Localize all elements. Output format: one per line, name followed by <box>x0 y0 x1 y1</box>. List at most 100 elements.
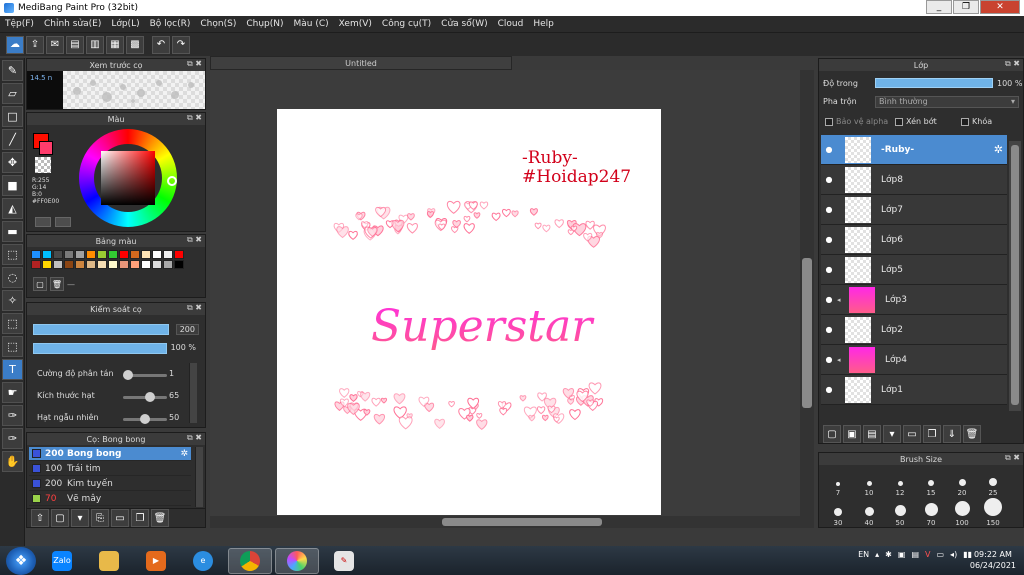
menu-edit[interactable]: Chỉnh sửa(E) <box>39 19 106 29</box>
select-pen-icon[interactable]: ⬚ <box>2 313 23 334</box>
menu-view[interactable]: Xem(V) <box>334 19 377 29</box>
new-brush-icon[interactable]: ▢ <box>51 509 69 527</box>
palette-swatch[interactable] <box>152 250 162 259</box>
layer-item[interactable]: ● ◂ Lớp3 <box>821 285 1007 315</box>
layer-item[interactable]: ● Lớp8 <box>821 165 1007 195</box>
slider-thumb[interactable] <box>123 370 133 380</box>
panel-controls-icon[interactable]: ⧉ ✖ <box>187 59 202 69</box>
palette-swatch[interactable] <box>86 250 96 259</box>
slider-thumb[interactable] <box>145 392 156 402</box>
brush-size-preset[interactable]: 70 <box>916 497 946 527</box>
new-palette-icon[interactable]: ▢ <box>33 277 47 291</box>
palette-swatch[interactable] <box>174 250 184 259</box>
fill-square-icon[interactable]: ■ <box>2 175 23 196</box>
brush-size-preset[interactable]: 20 <box>947 467 977 497</box>
palette-swatch[interactable] <box>42 250 52 259</box>
brush-list-item[interactable]: 100 Trái tim <box>29 462 191 476</box>
layer-list-scrollbar[interactable] <box>1009 141 1021 411</box>
palette-swatch[interactable] <box>141 250 151 259</box>
undo-icon[interactable]: ↶ <box>152 35 170 54</box>
color-wheel[interactable] <box>79 129 177 227</box>
select-rect-icon[interactable]: ⬚ <box>2 244 23 265</box>
background-color-swatch[interactable] <box>39 141 53 155</box>
color-mode-alt-button[interactable] <box>55 217 71 227</box>
palette-swatch[interactable] <box>130 260 140 269</box>
brush-list-item[interactable]: 70 Vẽ mây <box>29 492 191 506</box>
grid-icon[interactable]: ▩ <box>126 35 144 54</box>
material-icon[interactable]: ▦ <box>106 35 124 54</box>
visibility-icon[interactable]: ● <box>821 265 837 274</box>
dropper-tool-icon[interactable]: ✑ <box>2 405 23 426</box>
slider-track[interactable] <box>123 414 167 424</box>
panel-controls-icon[interactable]: ⧉ ✖ <box>1005 453 1020 463</box>
transparent-swatch[interactable] <box>35 157 51 173</box>
taskbar-app-files[interactable] <box>87 548 131 574</box>
blend-mode-select[interactable]: Bình thường ▾ <box>875 96 1019 108</box>
duplicate-layer-icon[interactable]: ❐ <box>923 425 941 443</box>
start-button[interactable]: ❖ <box>6 546 36 575</box>
hue-knob[interactable] <box>167 176 177 186</box>
language-indicator[interactable]: EN <box>858 550 869 559</box>
panel-controls-icon[interactable]: ⧉ ✖ <box>187 433 202 443</box>
maximize-button[interactable]: ❐ <box>953 0 979 14</box>
new-8bit-layer-icon[interactable]: ▤ <box>863 425 881 443</box>
layer-settings-icon[interactable]: ✲ <box>994 143 1003 156</box>
palette-swatch[interactable] <box>53 250 63 259</box>
brush-size-preset[interactable]: 10 <box>854 467 884 497</box>
canvas-horizontal-scrollbar[interactable] <box>210 516 814 528</box>
minimize-button[interactable]: _ <box>926 0 952 14</box>
taskbar-app-medibang[interactable] <box>275 547 319 574</box>
menu-filter[interactable]: Bộ lọc(R) <box>145 19 196 29</box>
brush-list-item[interactable]: 200 Bong bong ✲ <box>29 447 191 461</box>
volume-icon[interactable]: ◂) <box>950 550 957 559</box>
brush-size-preset[interactable]: 12 <box>885 467 915 497</box>
palette-swatch[interactable] <box>163 260 173 269</box>
dropper-alt-icon[interactable]: ✑ <box>2 428 23 449</box>
new-halftone-layer-icon[interactable]: ▣ <box>843 425 861 443</box>
taskbar-app-paint[interactable]: ✎ <box>322 548 366 574</box>
slider-track[interactable] <box>123 392 167 402</box>
redo-icon[interactable]: ↷ <box>172 35 190 54</box>
close-button[interactable]: ✕ <box>980 0 1020 14</box>
menu-color[interactable]: Màu (C) <box>289 19 334 29</box>
palette-swatch[interactable] <box>108 260 118 269</box>
taskbar-app-chrome[interactable] <box>228 547 272 574</box>
layer-item[interactable]: ● -Ruby- ✲ <box>821 135 1007 165</box>
panel-controls-icon[interactable]: ⧉ ✖ <box>187 235 202 245</box>
trash-icon[interactable]: 🗑 <box>151 509 169 527</box>
visibility-icon[interactable]: ● <box>821 355 837 364</box>
palette-swatch[interactable] <box>86 260 96 269</box>
share-icon[interactable]: ⇪ <box>26 35 44 54</box>
canvas-workspace[interactable]: -Ruby- #Hoidap247 Superstar <box>210 70 814 516</box>
palette-swatch[interactable] <box>53 260 63 269</box>
palette-swatch[interactable] <box>174 260 184 269</box>
folder-icon[interactable]: ▭ <box>111 509 129 527</box>
layer-item[interactable]: ● Lớp2 <box>821 315 1007 345</box>
brush-size-preset[interactable]: 7 <box>823 467 853 497</box>
menu-window[interactable]: Cửa sổ(W) <box>436 19 492 29</box>
tab-document[interactable]: Untitled <box>210 56 512 70</box>
palette-swatch[interactable] <box>31 260 41 269</box>
visibility-icon[interactable]: ● <box>821 295 837 304</box>
palette-swatch[interactable] <box>64 260 74 269</box>
palette-swatch[interactable] <box>119 250 129 259</box>
brush-size-preset[interactable]: 100 <box>947 497 977 527</box>
tray-arrow-icon[interactable]: ▴ <box>875 550 879 559</box>
panel-controls-icon[interactable]: ⧉ ✖ <box>187 303 202 313</box>
brush-size-bar[interactable] <box>33 324 169 335</box>
palette-swatch[interactable] <box>75 250 85 259</box>
menu-help[interactable]: Help <box>528 19 559 29</box>
palette-swatch[interactable] <box>141 260 151 269</box>
palette-swatch[interactable] <box>119 260 129 269</box>
taskbar-app-media[interactable]: ▶ <box>134 548 178 574</box>
panel-controls-icon[interactable]: ⧉ ✖ <box>187 113 202 123</box>
antivirus-icon[interactable]: V <box>925 550 930 559</box>
menu-select[interactable]: Chọn(S) <box>195 19 241 29</box>
brush-opacity-bar[interactable] <box>33 343 167 354</box>
select-eraser-icon[interactable]: ⬚ <box>2 336 23 357</box>
drawing-canvas[interactable]: -Ruby- #Hoidap247 Superstar <box>277 109 661 515</box>
menu-capture[interactable]: Chụp(N) <box>241 19 288 29</box>
palette-swatch[interactable] <box>97 250 107 259</box>
slider-track[interactable] <box>123 370 167 380</box>
comment-icon[interactable]: ✉ <box>46 35 64 54</box>
